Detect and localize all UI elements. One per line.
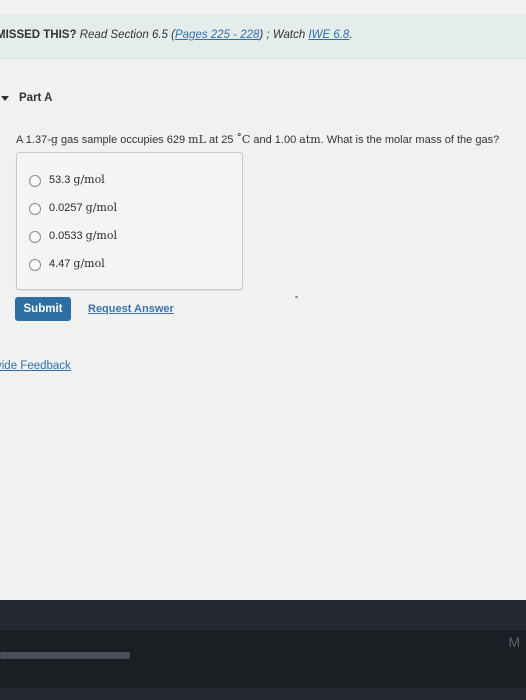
iwe-link[interactable]: IWE 6.8 — [308, 29, 349, 41]
q-mid3: and 1.00 — [250, 134, 300, 146]
q-unit-g: g — [50, 133, 58, 146]
footer-bar — [0, 630, 526, 688]
q-suffix: . What is the molar mass of the gas? — [320, 134, 500, 146]
question-text: A 1.37-g gas sample occupies 629 mL at 2… — [16, 128, 499, 146]
q-unit-atm: atm — [299, 133, 321, 146]
choice-value: 4.47 — [49, 258, 71, 270]
hint-text: MISSED THIS? Read Section 6.5 (Pages 225… — [0, 29, 353, 41]
period: . — [349, 29, 353, 41]
hint-banner: MISSED THIS? Read Section 6.5 (Pages 225… — [0, 14, 526, 59]
choice-value: 0.0257 — [49, 202, 83, 214]
radio-button[interactable] — [29, 203, 41, 215]
q-unit-ml: mL — [188, 133, 206, 146]
choice-label: 4.47 g/mol — [49, 257, 105, 270]
choice-unit: g/mol — [73, 173, 105, 186]
choice-label: 0.0257 g/mol — [49, 201, 117, 214]
submit-button[interactable]: Submit — [15, 297, 71, 321]
read-section-text: Read Section 6.5 ( — [79, 29, 175, 41]
part-a-label: Part A — [19, 92, 53, 104]
choice-label: 0.0533 g/mol — [49, 229, 117, 242]
dust-speck — [295, 296, 298, 298]
provide-feedback-link[interactable]: vide Feedback — [0, 360, 71, 372]
q-mid2: at 25 — [205, 134, 237, 146]
assignment-page: MISSED THIS? Read Section 6.5 (Pages 225… — [0, 0, 526, 600]
choice-label: 53.3 g/mol — [49, 173, 105, 186]
pages-link[interactable]: Pages 225 - 228 — [175, 29, 259, 41]
radio-button[interactable] — [29, 259, 41, 271]
radio-button[interactable] — [29, 231, 41, 243]
close-paren: ) — [259, 29, 264, 41]
dark-footer-area: M — [0, 600, 526, 700]
request-answer-link[interactable]: Request Answer — [88, 303, 174, 315]
choice-value: 0.0533 — [49, 230, 83, 242]
q-prefix: A 1.37- — [16, 134, 51, 146]
choice-unit: g/mol — [85, 201, 117, 214]
radio-button[interactable] — [29, 175, 41, 187]
watch-text: ; Watch — [266, 29, 306, 41]
q-mid1: gas sample occupies 629 — [57, 134, 189, 146]
choice-unit: g/mol — [85, 229, 117, 242]
answer-choices: 53.3 g/mol 0.0257 g/mol 0.0533 g/mol 4.47 g/… — [16, 152, 243, 290]
missed-this-label: MISSED THIS? — [0, 29, 77, 41]
choice-value: 53.3 — [49, 174, 71, 186]
footer-accent-bar — [0, 652, 130, 659]
footer-corner-letter: M — [508, 634, 520, 650]
collapse-caret-icon — [1, 96, 9, 101]
choice-unit: g/mol — [73, 257, 105, 270]
